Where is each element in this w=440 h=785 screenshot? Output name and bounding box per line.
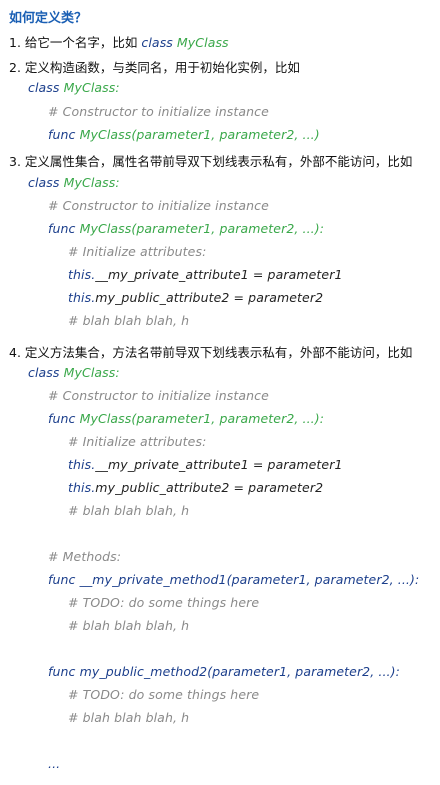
code-comment: # Constructor to initialize instance bbox=[48, 198, 269, 213]
code-line: func my_public_method2(parameter1, param… bbox=[48, 664, 400, 679]
code-ellipsis: ... bbox=[48, 756, 61, 771]
code-comment: # blah blah blah, h bbox=[68, 313, 190, 328]
this-keyword: this. bbox=[68, 480, 96, 495]
step-1: 1. 给它一个名字，比如 class MyClass bbox=[9, 32, 229, 51]
code-comment: # TODO: do some things here bbox=[68, 687, 260, 702]
code-line: func MyClass(parameter1, parameter2, ...… bbox=[48, 411, 324, 426]
code-line: func MyClass(parameter1, parameter2, ...… bbox=[48, 127, 320, 142]
func-keyword: func bbox=[48, 411, 76, 426]
code-line: class MyClass: bbox=[28, 365, 120, 380]
document: 如何定义类？ 1. 给它一个名字，比如 class MyClass 2. 定义构… bbox=[0, 0, 440, 785]
class-keyword: class bbox=[28, 80, 60, 95]
step-2: 2. 定义构造函数，与类同名，用于初始化实例，比如 bbox=[9, 60, 300, 75]
code-line: class MyClass: bbox=[28, 80, 120, 95]
public-attribute: my_public_attribute2 = parameter2 bbox=[95, 290, 324, 305]
code-comment: # TODO: do some things here bbox=[68, 595, 260, 610]
class-name: MyClass: bbox=[63, 175, 120, 190]
code-comment: # blah blah blah, h bbox=[68, 503, 190, 518]
func-keyword: func bbox=[48, 572, 76, 587]
public-method-signature: my_public_method2(parameter1, parameter2… bbox=[79, 664, 400, 679]
class-keyword: class bbox=[28, 365, 60, 380]
code-line: class MyClass: bbox=[28, 175, 120, 190]
code-comment: # Initialize attributes: bbox=[68, 244, 207, 259]
step-1-keyword: class bbox=[141, 35, 173, 50]
this-keyword: this. bbox=[68, 290, 96, 305]
code-comment: # Methods: bbox=[48, 549, 122, 564]
code-comment: # blah blah blah, h bbox=[68, 710, 190, 725]
code-comment: # Constructor to initialize instance bbox=[48, 388, 269, 403]
class-name: MyClass: bbox=[63, 80, 120, 95]
code-line: this.__my_private_attribute1 = parameter… bbox=[68, 267, 343, 282]
public-attribute: my_public_attribute2 = parameter2 bbox=[95, 480, 324, 495]
code-comment: # blah blah blah, h bbox=[68, 618, 190, 633]
code-comment: # Constructor to initialize instance bbox=[48, 104, 269, 119]
step-1-classname: MyClass bbox=[176, 35, 229, 50]
step-1-text: 1. 给它一个名字，比如 bbox=[9, 35, 138, 50]
class-keyword: class bbox=[28, 175, 60, 190]
constructor-signature: MyClass(parameter1, parameter2, ...) bbox=[79, 127, 320, 142]
code-comment: # Initialize attributes: bbox=[68, 434, 207, 449]
step-4: 4. 定义方法集合，方法名带前导双下划线表示私有，外部不能访问，比如 bbox=[9, 345, 413, 360]
code-line: this.my_public_attribute2 = parameter2 bbox=[68, 480, 323, 495]
this-keyword: this. bbox=[68, 267, 96, 282]
code-line: this.my_public_attribute2 = parameter2 bbox=[68, 290, 323, 305]
code-line: func MyClass(parameter1, parameter2, ...… bbox=[48, 221, 324, 236]
private-attribute: __my_private_attribute1 = parameter1 bbox=[95, 267, 343, 282]
constructor-signature: MyClass(parameter1, parameter2, ...): bbox=[79, 221, 325, 236]
func-keyword: func bbox=[48, 221, 76, 236]
class-name: MyClass: bbox=[63, 365, 120, 380]
code-line: func __my_private_method1(parameter1, pa… bbox=[48, 572, 419, 587]
step-3: 3. 定义属性集合，属性名带前导双下划线表示私有，外部不能访问，比如 bbox=[9, 154, 413, 169]
page-title: 如何定义类？ bbox=[9, 11, 88, 26]
func-keyword: func bbox=[48, 664, 76, 679]
code-line: this.__my_private_attribute1 = parameter… bbox=[68, 457, 343, 472]
constructor-signature: MyClass(parameter1, parameter2, ...): bbox=[79, 411, 325, 426]
this-keyword: this. bbox=[68, 457, 96, 472]
private-attribute: __my_private_attribute1 = parameter1 bbox=[95, 457, 343, 472]
func-keyword: func bbox=[48, 127, 76, 142]
private-method-signature: __my_private_method1(parameter1, paramet… bbox=[79, 572, 420, 587]
